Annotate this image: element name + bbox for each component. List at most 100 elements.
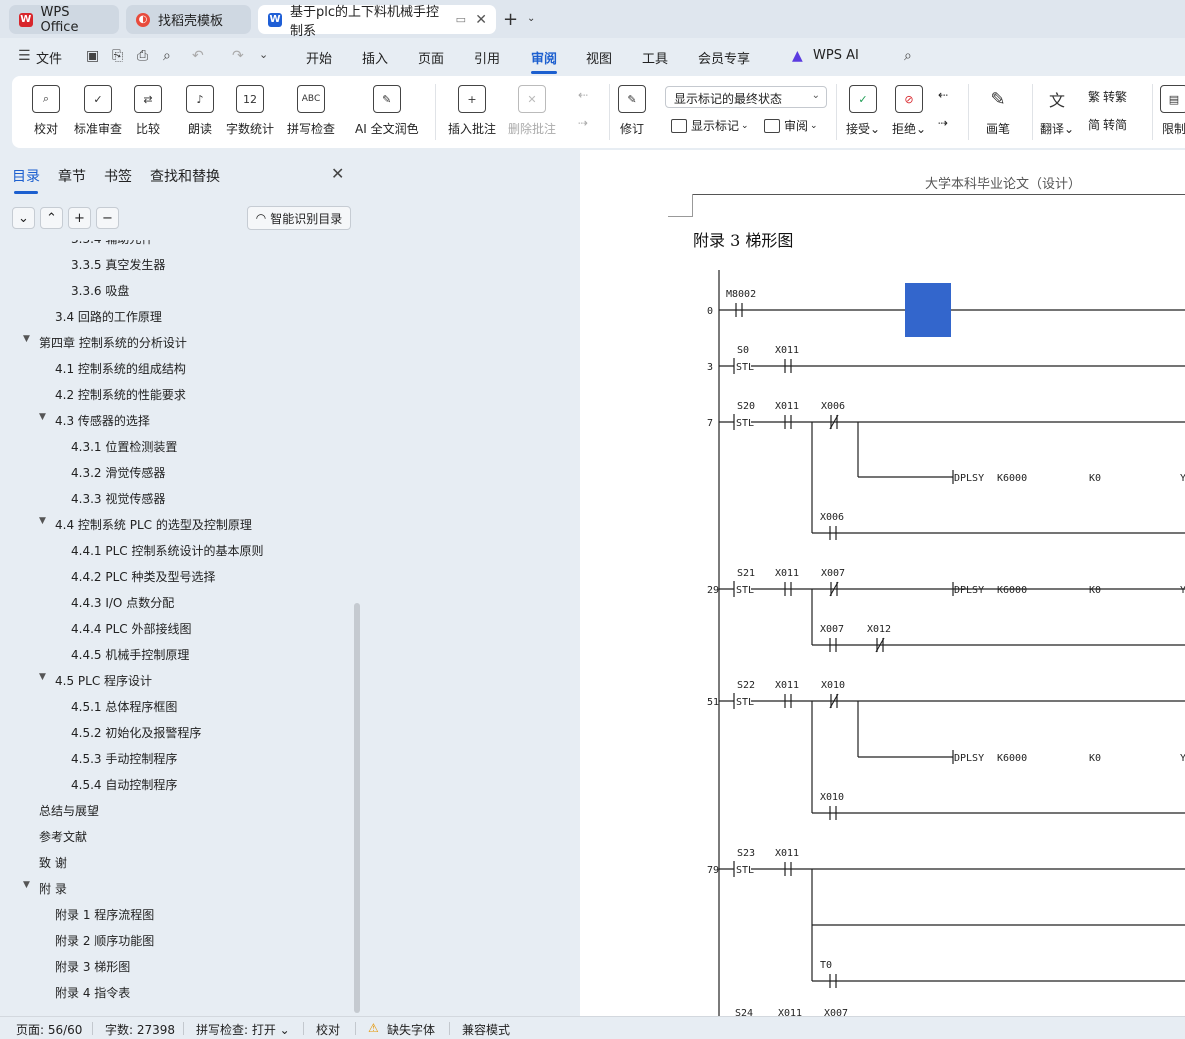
close-icon[interactable]: ✕ [331, 164, 344, 183]
remove-heading-button[interactable]: − [96, 207, 119, 229]
menu-insert[interactable]: 插入 [362, 48, 388, 67]
chevron-down-icon[interactable]: ⌄ [259, 48, 268, 61]
toc-item[interactable]: 参考文献 [39, 828, 87, 845]
word-count[interactable]: 字数: 27398 [105, 1021, 175, 1038]
expand-caret-icon[interactable]: ▼ [23, 880, 30, 890]
menu-member[interactable]: 会员专享 [698, 48, 750, 67]
toc-item[interactable]: 4.5.4 自动控制程序 [71, 776, 177, 793]
spell-check-status[interactable]: 拼写检查: 打开 ⌄ [196, 1021, 290, 1038]
read-aloud-button[interactable]: ♪ 朗读 [186, 82, 214, 142]
hamburger-icon[interactable]: ☰ [18, 48, 31, 64]
expand-caret-icon[interactable]: ▼ [39, 672, 46, 682]
expand-caret-icon[interactable]: ▼ [39, 516, 46, 526]
toc-item[interactable]: 附录 1 程序流程图 [55, 906, 154, 923]
insert-comment-button[interactable]: + 插入批注 [448, 82, 496, 142]
toc-item[interactable]: 3.3.6 吸盘 [71, 282, 129, 299]
restrict-button[interactable]: ▤ 限制 [1160, 82, 1185, 142]
toc-item[interactable]: 4.4.4 PLC 外部接线图 [71, 620, 191, 637]
toc-item[interactable]: ▼ 附 录 [23, 880, 67, 897]
spell-check-button[interactable]: ABC 拼写检查 [287, 82, 335, 142]
toc-item[interactable]: 4.3.1 位置检测装置 [71, 438, 177, 455]
tab-sections[interactable]: 章节 [58, 166, 86, 186]
toc-item[interactable]: 附录 3 梯形图 [55, 958, 130, 975]
smart-toc-button[interactable]: ◠ 智能识别目录 [247, 206, 351, 230]
tab-current-document[interactable]: W 基于plc的上下料机械手控制系 ▭ ✕ [258, 5, 496, 39]
track-changes-button[interactable]: ✎ 修订 [618, 82, 646, 142]
expand-caret-icon[interactable]: ▼ [23, 334, 30, 344]
print-icon[interactable]: ⎙ [137, 48, 148, 64]
document-page[interactable]: 大学本科毕业论文（设计） 附录 3 梯形图 0 3 7 29 51 79 M8002 S0 ST… [580, 150, 1185, 1016]
tab-find-replace[interactable]: 查找和替换 [150, 166, 220, 186]
redo-icon[interactable]: ↷ [232, 48, 244, 64]
add-heading-button[interactable]: + [68, 207, 91, 229]
toc-item[interactable]: 4.5.2 初始化及报警程序 [71, 724, 201, 741]
standard-review-button[interactable]: ✓ 标准审查 [74, 82, 122, 142]
toc-item[interactable]: 致 谢 [39, 854, 67, 871]
toc-item[interactable]: ▼ 4.5 PLC 程序设计 [39, 672, 152, 689]
to-traditional-button[interactable]: 繁转繁 [1088, 88, 1127, 105]
menu-references[interactable]: 引用 [474, 48, 500, 67]
reject-button[interactable]: ⊘ 拒绝⌄ [892, 82, 926, 142]
compare-button[interactable]: ⇄ 比较 [134, 82, 162, 142]
menu-page[interactable]: 页面 [418, 48, 444, 67]
toc-item[interactable]: 4.5.1 总体程序框图 [71, 698, 177, 715]
toc-item[interactable]: 4.4.1 PLC 控制系统设计的基本原则 [71, 542, 263, 559]
export-icon[interactable]: ⎘ [112, 48, 123, 64]
word-count-button[interactable]: 12 字数统计 [226, 82, 274, 142]
toc-item[interactable]: 3.3.5 真空发生器 [71, 256, 165, 273]
toc-item[interactable]: 附录 2 顺序功能图 [55, 932, 154, 949]
page-indicator[interactable]: 页面: 56/60 [16, 1021, 82, 1038]
menu-review[interactable]: 审阅 [531, 48, 558, 74]
next-comment-button[interactable]: ⇢ [578, 116, 588, 130]
translate-button[interactable]: 文 翻译⌄ [1040, 82, 1074, 142]
toc-item[interactable]: 4.1 控制系统的组成结构 [55, 360, 186, 377]
to-simplified-button[interactable]: 简转简 [1088, 116, 1127, 133]
accept-button[interactable]: ✓ 接受⌄ [846, 82, 880, 142]
close-icon[interactable]: ✕ [475, 12, 487, 28]
toc-item[interactable]: ▼ 4.3 传感器的选择 [39, 412, 150, 429]
missing-font-status[interactable]: 缺失字体 [387, 1021, 435, 1038]
proofread-button[interactable]: ⌕ 校对 [32, 82, 60, 142]
toc-item[interactable]: 4.5.3 手动控制程序 [71, 750, 177, 767]
previous-comment-button[interactable]: ⇠ [578, 88, 588, 102]
toc-item[interactable]: 3.3.4 辅助元件 [71, 240, 153, 247]
review-pane-button[interactable]: 审阅 ⌄ [764, 117, 818, 134]
save-icon[interactable]: ▣ [86, 48, 99, 64]
ai-polish-button[interactable]: ✎ AI 全文润色 [355, 82, 419, 142]
next-change-button[interactable]: ⇢ [938, 116, 948, 130]
undo-icon[interactable]: ↶ [192, 48, 204, 64]
tab-wps-office[interactable]: W WPS Office [9, 5, 119, 35]
toc-item[interactable]: 4.3.2 滑觉传感器 [71, 464, 165, 481]
markup-display-select[interactable]: 显示标记的最终状态 ⌄ [665, 86, 827, 108]
search-icon[interactable]: ⌕ [904, 48, 912, 64]
collapse-down-button[interactable]: ⌄ [12, 207, 35, 229]
toc-item[interactable]: 4.4.2 PLC 种类及型号选择 [71, 568, 215, 585]
menu-home[interactable]: 开始 [306, 48, 332, 67]
menu-view[interactable]: 视图 [586, 48, 612, 67]
collapse-up-button[interactable]: ⌃ [40, 207, 63, 229]
pen-button[interactable]: ✎ 画笔 [984, 82, 1012, 142]
toc-item[interactable]: 附录 4 指令表 [55, 984, 130, 1001]
toc-item[interactable]: 总结与展望 [39, 802, 99, 819]
toc-item[interactable]: 4.3.3 视觉传感器 [71, 490, 165, 507]
menu-file[interactable]: 文件 [36, 48, 62, 67]
tab-docer-templates[interactable]: ◐ 找稻壳模板 [126, 5, 251, 34]
toc-item[interactable]: 4.4.5 机械手控制原理 [71, 646, 189, 663]
show-markup-button[interactable]: 显示标记 ⌄ [671, 117, 749, 134]
menu-wps-ai[interactable]: WPS AI [813, 48, 859, 63]
chevron-down-icon[interactable]: ⌄ [527, 13, 535, 24]
menu-tools[interactable]: 工具 [642, 48, 668, 67]
toc-item[interactable]: 4.2 控制系统的性能要求 [55, 386, 186, 403]
toc-item[interactable]: 4.4.3 I/O 点数分配 [71, 594, 174, 611]
expand-caret-icon[interactable]: ▼ [39, 412, 46, 422]
new-tab-button[interactable]: + [503, 9, 518, 30]
tab-toc[interactable]: 目录 [12, 166, 40, 194]
previous-change-button[interactable]: ⇠ [938, 88, 948, 102]
toc-scrollbar[interactable] [354, 603, 360, 1013]
proofread-status[interactable]: 校对 [316, 1021, 340, 1038]
print-preview-icon[interactable]: ⌕ [163, 48, 171, 64]
delete-comment-button[interactable]: ✕ 删除批注 [508, 82, 556, 142]
toc-item[interactable]: ▼ 4.4 控制系统 PLC 的选型及控制原理 [39, 516, 252, 533]
toc-item[interactable]: ▼ 第四章 控制系统的分析设计 [23, 334, 187, 351]
toc-item[interactable]: 3.4 回路的工作原理 [55, 308, 162, 325]
